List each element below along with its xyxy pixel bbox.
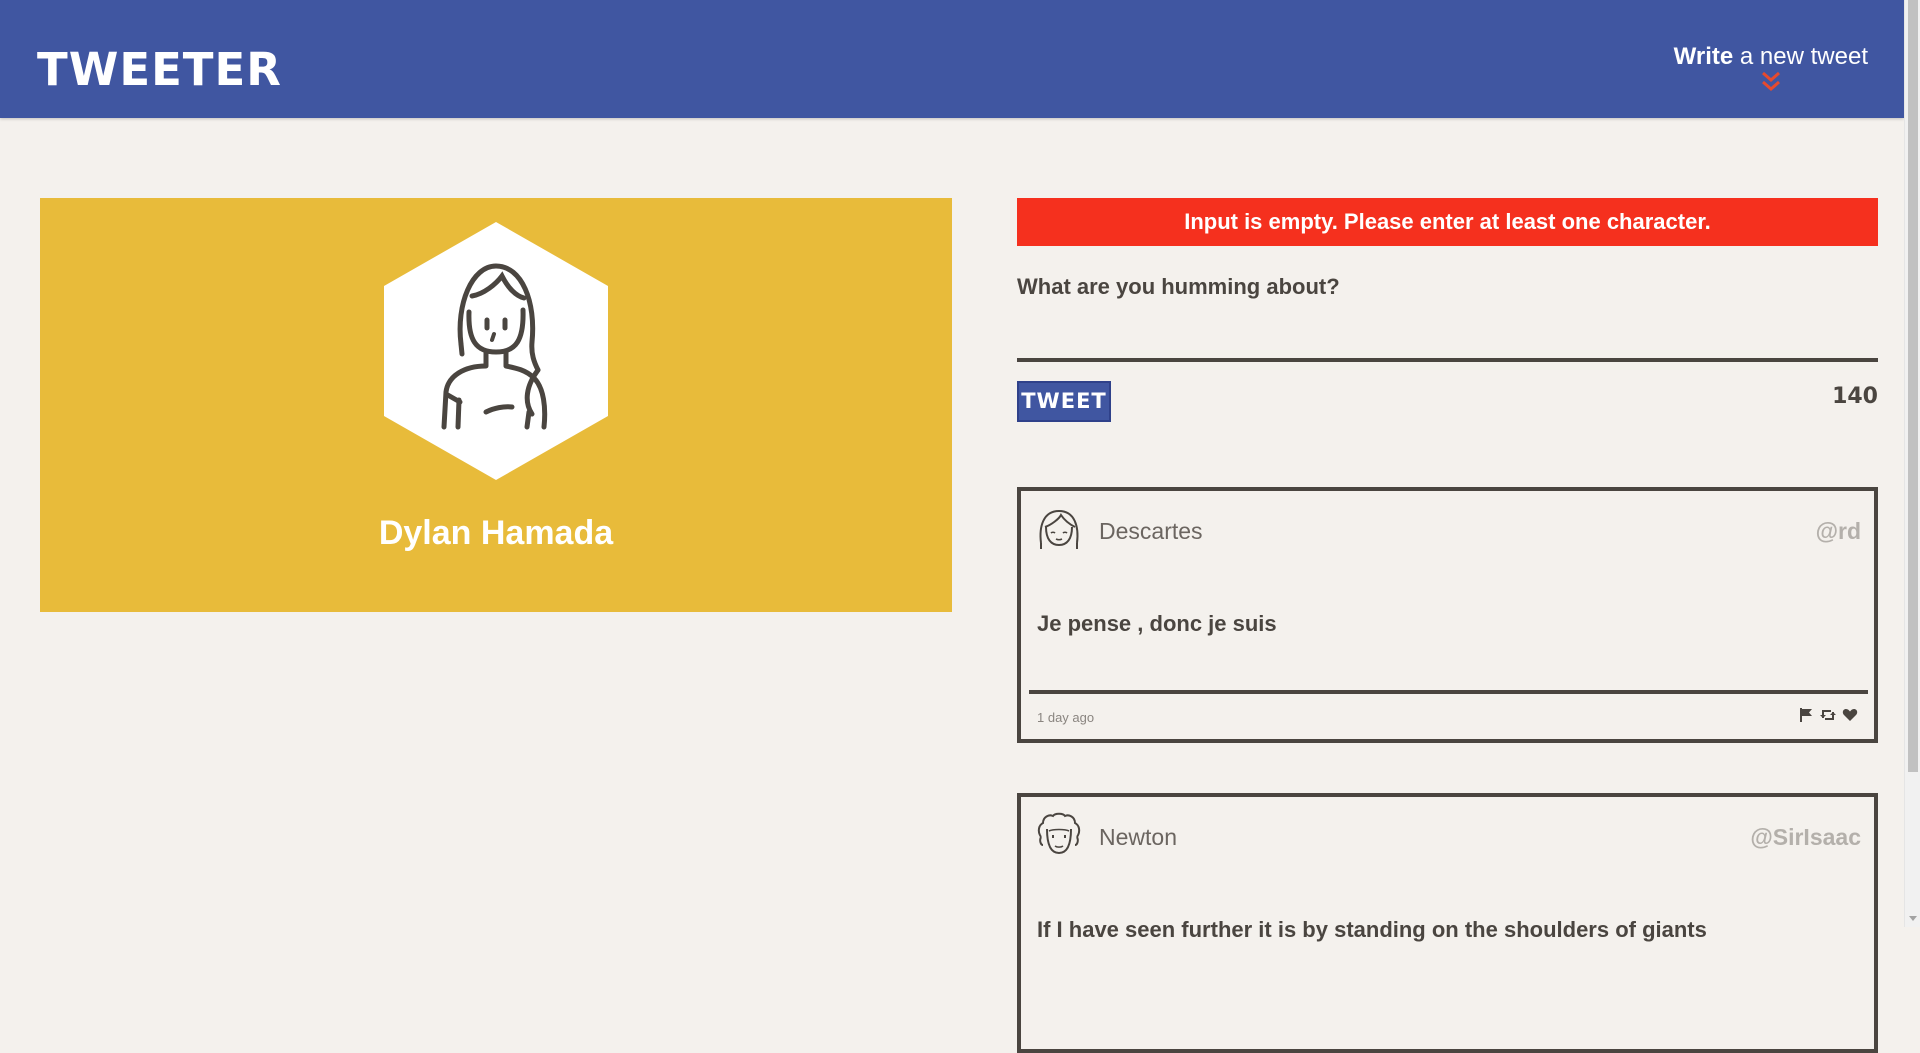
heart-icon[interactable]: [1842, 707, 1858, 723]
tweet-textarea[interactable]: [1017, 312, 1878, 362]
write-new-tweet-toggle[interactable]: Write a new tweet: [1673, 40, 1868, 91]
compose-section: Input is empty. Please enter at least on…: [1017, 198, 1878, 424]
tweet-author: Descartes: [1099, 518, 1203, 544]
compose-label: What are you humming about?: [1017, 274, 1340, 299]
character-counter: 140: [1832, 384, 1878, 409]
profile-name: Dylan Hamada: [378, 514, 614, 552]
woman-avatar-icon: [384, 222, 608, 480]
girl-avatar-icon: [1039, 509, 1079, 549]
retweet-icon[interactable]: [1820, 707, 1836, 723]
tweet-timestamp: 1 day ago: [1037, 710, 1095, 725]
tweet-card: Newton @SirIsaac If I have seen further …: [1017, 793, 1878, 1053]
error-banner: Input is empty. Please enter at least on…: [1017, 198, 1878, 246]
flag-icon[interactable]: [1798, 707, 1814, 723]
double-chevron-down-icon: [1761, 71, 1780, 91]
tweet-handle: @SirIsaac: [1750, 824, 1861, 850]
tweet-divider: [1029, 690, 1868, 694]
top-nav: TWEETER Write a new tweet: [0, 0, 1904, 118]
tweet-handle: @rd: [1815, 518, 1861, 544]
scrollbar-thumb[interactable]: [1908, 0, 1918, 772]
compose-actions: TWEET 140: [1017, 380, 1878, 424]
tweet-actions: [1798, 706, 1858, 724]
tweet-author: Newton: [1099, 824, 1177, 850]
write-new-tweet-bold: Write: [1673, 43, 1734, 70]
page-scrollbar[interactable]: [1904, 0, 1920, 927]
profile-card: Dylan Hamada: [40, 198, 952, 612]
tweet-button[interactable]: TWEET: [1017, 381, 1111, 422]
curly-hair-avatar-icon: [1037, 812, 1081, 855]
tweet-text: If I have seen further it is by standing…: [1037, 917, 1707, 942]
tweet-card: Descartes @rd Je pense , donc je suis 1 …: [1017, 487, 1878, 743]
scroll-down-arrow-icon[interactable]: [1909, 916, 1917, 921]
write-new-tweet-text: a new tweet: [1733, 43, 1868, 70]
tweet-text: Je pense , donc je suis: [1037, 611, 1277, 636]
logo[interactable]: TWEETER: [37, 44, 282, 96]
